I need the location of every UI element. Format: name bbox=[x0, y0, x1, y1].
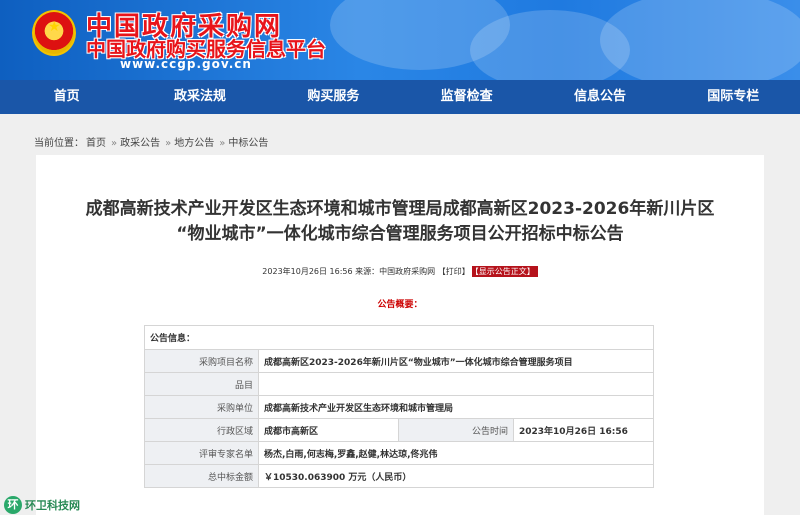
nav-announcements[interactable]: 信息公告 bbox=[533, 80, 666, 114]
announcement-panel: 成都高新技术产业开发区生态环境和城市管理局成都高新区2023-2026年新川片区… bbox=[36, 155, 764, 515]
experts-label: 评审专家名单 bbox=[144, 441, 259, 465]
table-row: 采购单位 成都高新技术产业开发区生态环境和城市管理局 bbox=[144, 395, 654, 419]
site-banner: ★ 中国政府采购网 中国政府购买服务信息平台 www.ccgp.gov.cn bbox=[0, 0, 800, 80]
breadcrumb: 当前位置： 首页» 政采公告» 地方公告» 中标公告 bbox=[34, 134, 270, 149]
table-row: 公告信息： bbox=[144, 325, 654, 350]
project-name-label: 采购项目名称 bbox=[144, 349, 259, 373]
table-row: 评审专家名单 杨杰,白雨,何志梅,罗鑫,赵健,林达琼,佟兆伟 bbox=[144, 441, 654, 465]
time-value: 2023年10月26日 16:56 bbox=[513, 418, 654, 442]
table-row: 采购项目名称 成都高新区2023-2026年新川片区“物业城市”一体化城市综合管… bbox=[144, 349, 654, 373]
category-value bbox=[258, 372, 654, 396]
table-row: 总中标金额 ￥10530.063900 万元（人民币） bbox=[144, 464, 654, 488]
announcement-meta: 2023年10月26日 16:56 来源：中国政府采购网 【打印】 【显示公告正文… bbox=[36, 266, 764, 277]
meta-source: 2023年10月26日 16:56 来源：中国政府采购网 【打印】 bbox=[262, 267, 470, 276]
project-name-value: 成都高新区2023-2026年新川片区“物业城市”一体化城市综合管理服务项目 bbox=[258, 349, 654, 373]
experts-value: 杨杰,白雨,何志梅,罗鑫,赵健,林达琼,佟兆伟 bbox=[258, 441, 654, 465]
breadcrumb-local[interactable]: 地方公告 bbox=[174, 138, 214, 149]
show-text-button[interactable]: 【显示公告正文】 bbox=[471, 266, 538, 277]
time-label: 公告时间 bbox=[398, 418, 514, 442]
national-emblem-icon: ★ bbox=[32, 10, 76, 56]
main-nav: 首页 政采法规 购买服务 监督检查 信息公告 国际专栏 bbox=[0, 80, 800, 114]
breadcrumb-home[interactable]: 首页 bbox=[86, 138, 106, 149]
info-table: 公告信息： 采购项目名称 成都高新区2023-2026年新川片区“物业城市”一体… bbox=[144, 325, 654, 488]
table-row: 行政区域 成都市高新区 公告时间 2023年10月26日 16:56 bbox=[144, 418, 654, 442]
nav-regulations[interactable]: 政采法规 bbox=[133, 80, 266, 114]
title-line-1: 成都高新技术产业开发区生态环境和城市管理局成都高新区2023-2026年新川片区 bbox=[85, 199, 715, 219]
watermark-logo-icon: 环 bbox=[4, 496, 22, 514]
announcement-title: 成都高新技术产业开发区生态环境和城市管理局成都高新区2023-2026年新川片区… bbox=[36, 197, 764, 247]
amount-label: 总中标金额 bbox=[144, 464, 259, 488]
unit-label: 采购单位 bbox=[144, 395, 259, 419]
title-line-2: “物业城市”一体化城市综合管理服务项目公开招标中标公告 bbox=[176, 224, 624, 244]
region-value: 成都市高新区 bbox=[258, 418, 399, 442]
nav-home[interactable]: 首页 bbox=[0, 80, 133, 114]
table-header: 公告信息： bbox=[144, 325, 654, 350]
nav-purchase-services[interactable]: 购买服务 bbox=[267, 80, 400, 114]
breadcrumb-procurement[interactable]: 政采公告 bbox=[120, 138, 160, 149]
watermark: 环 环卫科技网 bbox=[4, 496, 80, 514]
breadcrumb-separator: » bbox=[165, 138, 172, 149]
breadcrumb-award[interactable]: 中标公告 bbox=[228, 138, 268, 149]
unit-value: 成都高新技术产业开发区生态环境和城市管理局 bbox=[258, 395, 654, 419]
table-row: 品目 bbox=[144, 372, 654, 396]
amount-value: ￥10530.063900 万元（人民币） bbox=[258, 464, 654, 488]
nav-international[interactable]: 国际专栏 bbox=[667, 80, 800, 114]
nav-supervision[interactable]: 监督检查 bbox=[400, 80, 533, 114]
site-url: www.ccgp.gov.cn bbox=[120, 57, 252, 71]
watermark-text: 环卫科技网 bbox=[25, 499, 80, 512]
summary-label: 公告概要： bbox=[377, 300, 423, 310]
breadcrumb-prefix: 当前位置： bbox=[34, 138, 84, 149]
breadcrumb-separator: » bbox=[219, 138, 226, 149]
breadcrumb-separator: » bbox=[111, 138, 118, 149]
region-label: 行政区域 bbox=[144, 418, 259, 442]
category-label: 品目 bbox=[144, 372, 259, 396]
